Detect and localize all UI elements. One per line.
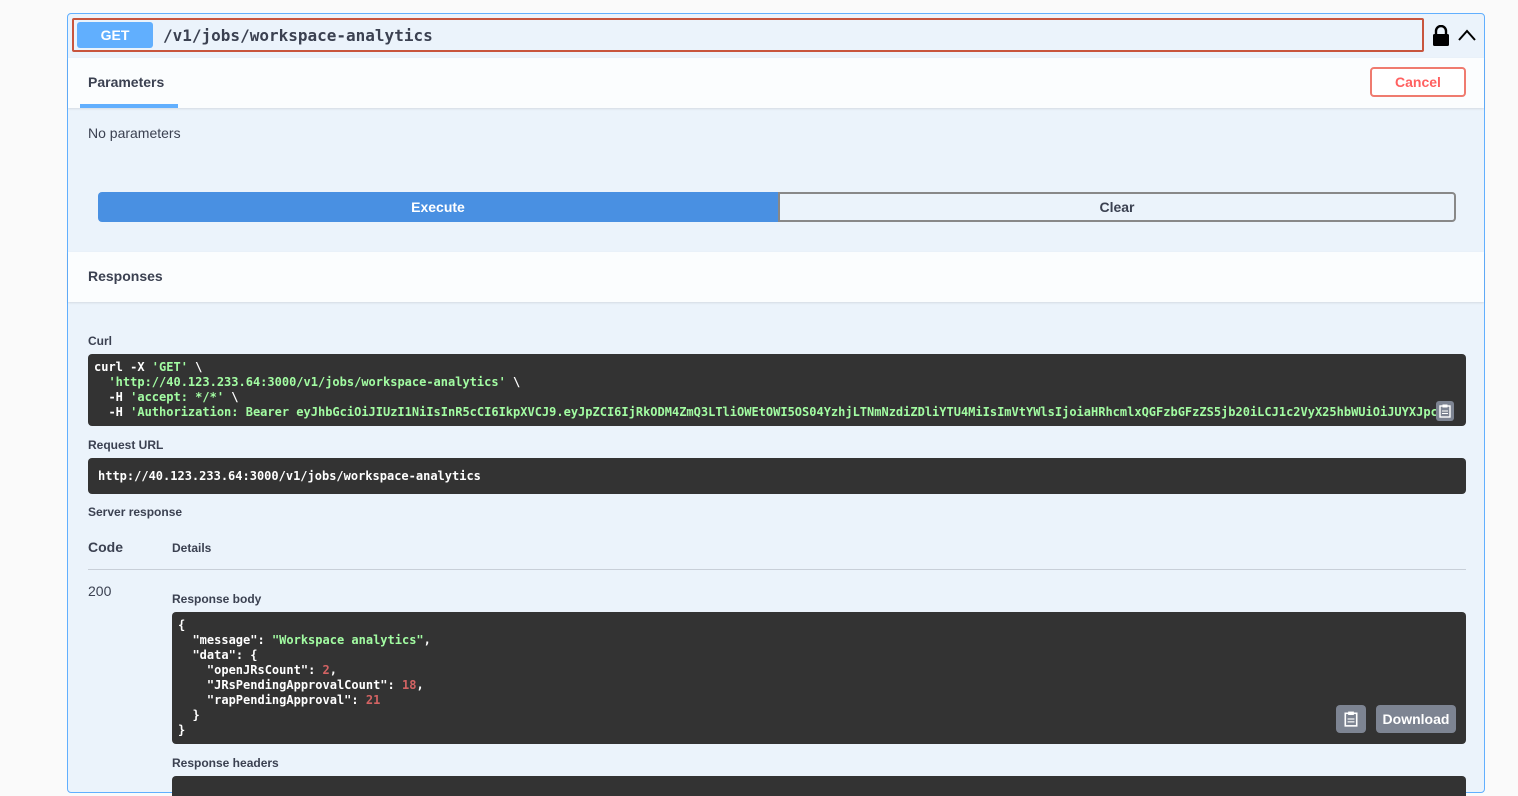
clear-button[interactable]: Clear	[778, 192, 1456, 222]
method-badge: GET	[77, 22, 153, 48]
server-response-label: Server response	[88, 505, 183, 519]
operation-summary[interactable]: GET /v1/jobs/workspace-analytics	[72, 18, 1424, 52]
json-number: 2	[322, 663, 330, 677]
download-button[interactable]: Download	[1376, 705, 1456, 733]
clipboard-icon	[1439, 404, 1451, 418]
response-body[interactable]: { "message": "Workspace analytics", "dat…	[172, 612, 1466, 744]
operation-block: GET /v1/jobs/workspace-analytics Paramet…	[67, 13, 1485, 796]
curl-line: -H	[94, 390, 131, 404]
curl-string: 'GET'	[151, 360, 188, 374]
json-key: "data"	[192, 648, 236, 662]
divider	[88, 569, 1466, 570]
curl-string: 'Authorization: Bearer eyJhbGciOiJIUzI1N…	[130, 405, 1446, 419]
lock-icon[interactable]	[1432, 25, 1450, 47]
curl-line: -H	[94, 405, 131, 419]
curl-line: \	[224, 390, 239, 404]
execute-button[interactable]: Execute	[98, 192, 778, 222]
chevron-up-icon[interactable]	[1456, 25, 1478, 45]
curl-line: curl -X	[94, 360, 152, 374]
response-headers[interactable]	[172, 776, 1466, 796]
no-parameters-text: No parameters	[88, 125, 181, 141]
clipboard-icon	[1344, 711, 1358, 727]
responses-header: Responses	[68, 252, 1484, 302]
tab-underline	[80, 104, 178, 108]
json-key: "rapPendingApproval"	[206, 693, 352, 707]
json-key: "openJRsCount"	[206, 663, 309, 677]
json-key: "JRsPendingApprovalCount"	[206, 678, 388, 692]
json-string: "Workspace analytics"	[271, 633, 424, 647]
curl-line: \	[187, 360, 203, 374]
status-code: 200	[88, 583, 112, 599]
details-column-header: Details	[172, 541, 212, 555]
curl-string: 'http://40.123.233.64:3000/v1/jobs/works…	[108, 375, 506, 389]
parameters-tab[interactable]: Parameters	[88, 74, 164, 90]
curl-command[interactable]: curl -X 'GET' \ 'http://40.123.233.64:30…	[88, 354, 1466, 426]
response-headers-label: Response headers	[172, 756, 279, 770]
endpoint-path: /v1/jobs/workspace-analytics	[163, 25, 433, 45]
parameters-header: Parameters Cancel	[68, 58, 1484, 108]
execute-wrapper: Execute Clear	[98, 192, 1456, 222]
json-number: 18	[401, 678, 417, 692]
request-url-label: Request URL	[88, 438, 164, 452]
json-number: 21	[365, 693, 381, 707]
code-column-header: Code	[88, 539, 123, 555]
json-key: "message"	[192, 633, 258, 647]
responses-title: Responses	[88, 268, 163, 284]
curl-string: 'accept: */*'	[130, 390, 225, 404]
curl-line: \	[505, 375, 521, 389]
response-body-label: Response body	[172, 592, 262, 606]
request-url[interactable]: http://40.123.233.64:3000/v1/jobs/worksp…	[88, 458, 1466, 494]
curl-label: Curl	[88, 334, 112, 348]
copy-response-button[interactable]	[1336, 705, 1366, 733]
cancel-button[interactable]: Cancel	[1370, 67, 1466, 97]
copy-curl-button[interactable]	[1436, 401, 1454, 421]
